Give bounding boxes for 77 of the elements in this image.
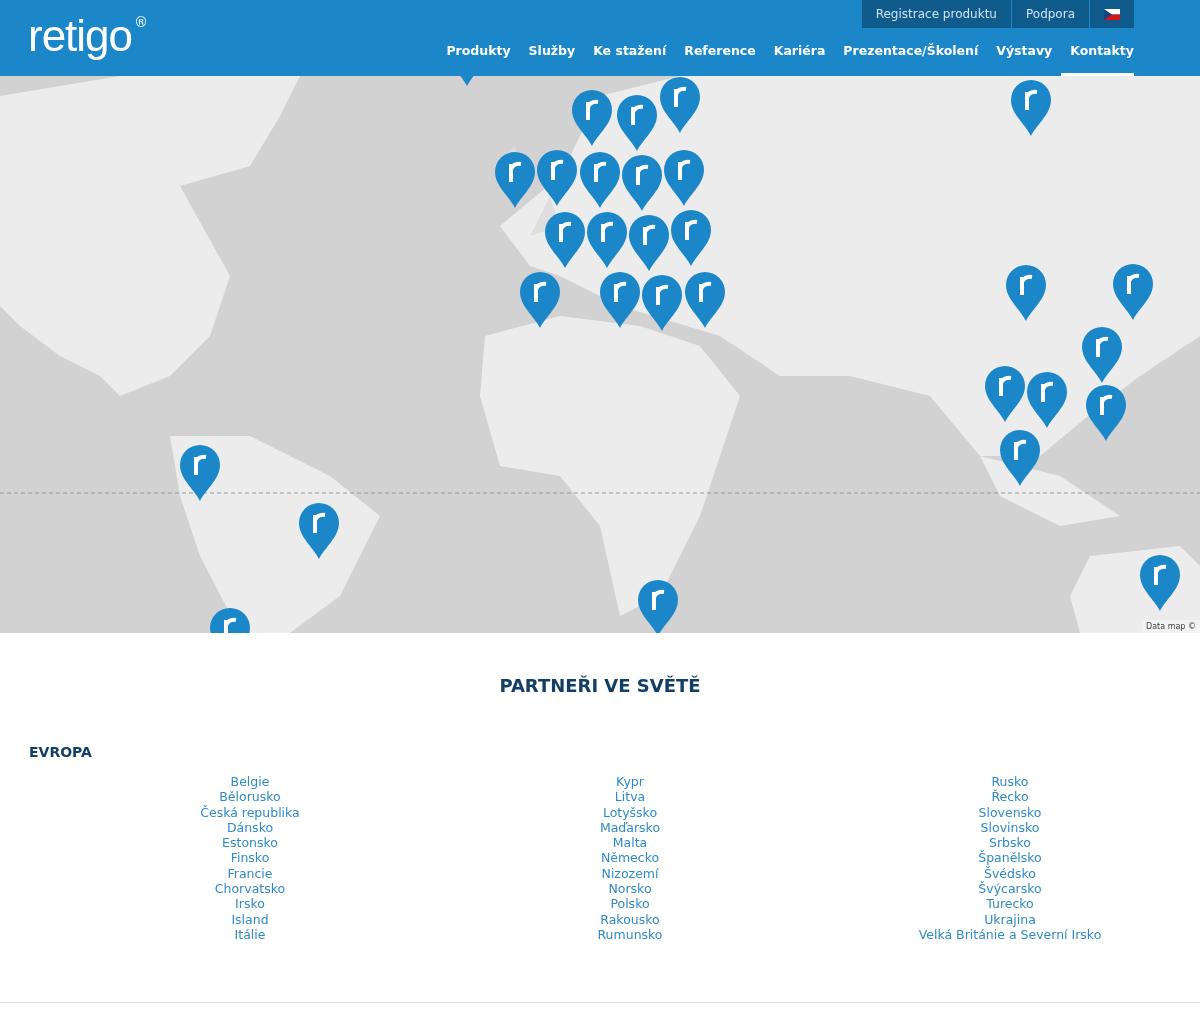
country-link[interactable]: Turecko: [986, 896, 1034, 912]
nav-link[interactable]: Reference: [675, 37, 765, 76]
top-link[interactable]: Podpora: [1011, 0, 1089, 28]
country-link[interactable]: Rumunsko: [597, 926, 663, 943]
nav-link[interactable]: Kariéra: [764, 37, 835, 76]
country-link[interactable]: Kypr: [616, 774, 644, 790]
map-pin-icon[interactable]: [1082, 327, 1122, 383]
country-link[interactable]: Španělsko: [978, 850, 1042, 866]
map-pin-icon[interactable]: [1086, 385, 1126, 441]
map-pin-icon[interactable]: [1113, 264, 1153, 320]
map-pin-icon[interactable]: [629, 215, 669, 271]
map-pin-icon[interactable]: [180, 445, 220, 501]
country-link[interactable]: Malta: [612, 835, 648, 851]
country-link[interactable]: Litva: [614, 789, 646, 805]
country-link[interactable]: Chorvatsko: [214, 881, 286, 897]
map-pin-icon[interactable]: [1140, 555, 1180, 611]
map-pin-icon[interactable]: [580, 152, 620, 208]
map-pin-icon[interactable]: [1027, 372, 1067, 428]
country-link[interactable]: Rakousko: [600, 911, 660, 927]
flag-icon: [1104, 8, 1120, 20]
map-pin-icon[interactable]: [495, 152, 535, 208]
nav-link[interactable]: Ke stažení: [584, 37, 676, 76]
map-pin-icon[interactable]: [1000, 430, 1040, 486]
country-link[interactable]: Německo: [600, 850, 660, 866]
nav-link[interactable]: Výstavy: [987, 37, 1062, 76]
map-pin-icon[interactable]: [520, 272, 560, 328]
country-link[interactable]: Irsko: [235, 896, 265, 912]
country-link[interactable]: Slovinsko: [980, 819, 1040, 836]
map-pin-icon[interactable]: [622, 155, 662, 211]
country-link[interactable]: Česká republika: [200, 804, 300, 820]
map-pin-icon[interactable]: [660, 77, 700, 133]
country-link[interactable]: Estonsko: [222, 835, 278, 851]
top-link[interactable]: Registrace produktu: [860, 0, 1011, 28]
country-link[interactable]: Nizozemí: [601, 865, 659, 882]
map-pin-icon[interactable]: [587, 212, 627, 268]
country-link[interactable]: Švédsko: [984, 865, 1036, 882]
nav-link[interactable]: Prezentace/Školení: [834, 37, 988, 76]
country-link[interactable]: Řecko: [991, 789, 1029, 805]
section-title: PARTNEŘI VE SVĚTĚ: [498, 675, 702, 696]
nav-link[interactable]: Produkty: [437, 37, 520, 76]
country-link[interactable]: Itálie: [234, 926, 266, 943]
logo[interactable]: retigo: [28, 14, 133, 58]
map-pin-icon[interactable]: [617, 95, 657, 151]
map-pin-icon[interactable]: [600, 272, 640, 328]
country-link[interactable]: Belgie: [230, 774, 270, 790]
map-pin-icon[interactable]: [537, 150, 577, 206]
country-link[interactable]: Finsko: [230, 850, 270, 866]
country-link[interactable]: Maďarsko: [599, 819, 661, 836]
map-pin-icon[interactable]: [642, 275, 682, 331]
map-pin-icon[interactable]: [572, 90, 612, 146]
map-pin-icon[interactable]: [638, 580, 678, 633]
map-pin-icon[interactable]: [671, 210, 711, 266]
country-link[interactable]: Velká Británie a Severní Irsko: [918, 926, 1102, 943]
country-link[interactable]: Island: [231, 911, 269, 927]
country-link[interactable]: Dánsko: [226, 819, 274, 836]
country-link[interactable]: Ukrajina: [984, 911, 1036, 927]
map-pin-icon[interactable]: [985, 366, 1025, 422]
country-link[interactable]: Srbsko: [989, 835, 1031, 851]
language-button[interactable]: [1089, 0, 1134, 28]
map-pin-icon[interactable]: [1011, 80, 1051, 136]
country-link[interactable]: Lotyšsko: [602, 804, 658, 820]
region-heading: EVROPA: [29, 744, 93, 760]
map-attribution: Data map ©: [1142, 620, 1200, 633]
map-pin-icon[interactable]: [685, 272, 725, 328]
map-pin-icon[interactable]: [664, 150, 704, 206]
map-pin-icon[interactable]: [1006, 265, 1046, 321]
map-pin-icon[interactable]: [299, 503, 339, 559]
country-link[interactable]: Bělorusko: [219, 789, 281, 805]
registered-mark: ®: [134, 14, 149, 30]
country-link[interactable]: Rusko: [991, 774, 1029, 790]
map-pin-icon[interactable]: [545, 212, 585, 268]
nav-link[interactable]: Služby: [519, 37, 585, 76]
country-link[interactable]: Polsko: [610, 896, 650, 912]
country-link[interactable]: Švýcarsko: [978, 881, 1042, 897]
country-link[interactable]: Slovensko: [978, 804, 1042, 820]
country-link[interactable]: Norsko: [608, 881, 652, 897]
country-link[interactable]: Francie: [227, 865, 273, 882]
